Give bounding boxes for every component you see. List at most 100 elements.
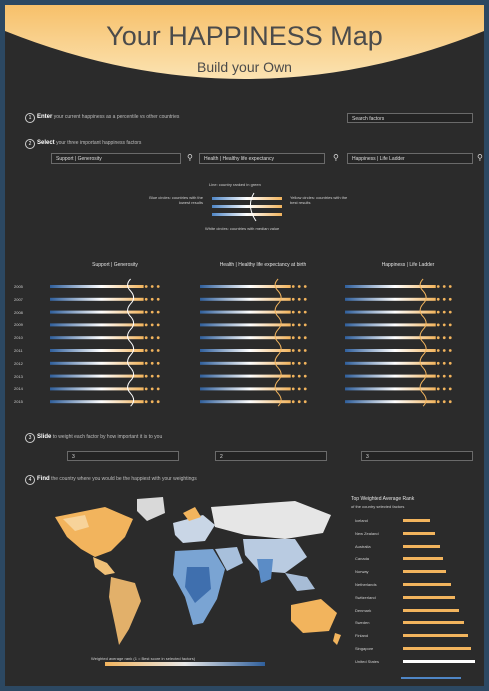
strip-dot[interactable] bbox=[156, 297, 160, 301]
ranking-bar[interactable] bbox=[403, 583, 451, 586]
strip-dot[interactable] bbox=[303, 310, 307, 314]
strip-dot[interactable] bbox=[436, 400, 440, 404]
ranking-bar[interactable] bbox=[403, 659, 475, 663]
strip-dot[interactable] bbox=[150, 374, 154, 378]
strip-dot[interactable] bbox=[144, 400, 148, 404]
strip-dot[interactable] bbox=[150, 323, 154, 327]
strip-dot[interactable] bbox=[436, 285, 440, 288]
strip-dot[interactable] bbox=[303, 387, 307, 391]
strip-dot[interactable] bbox=[436, 323, 440, 327]
strip-dot[interactable] bbox=[291, 336, 295, 340]
strip-dot[interactable] bbox=[291, 310, 295, 314]
strip-dot[interactable] bbox=[442, 374, 446, 378]
weight-input-2[interactable]: 2 bbox=[215, 451, 327, 461]
ranking-bar[interactable] bbox=[403, 531, 436, 535]
factor-select-1[interactable]: Support | Generosity bbox=[51, 153, 181, 164]
strip-dot[interactable] bbox=[297, 310, 301, 314]
ranking-bar[interactable] bbox=[403, 621, 465, 625]
ranking-bar[interactable] bbox=[403, 544, 441, 548]
strip-dot[interactable] bbox=[448, 387, 452, 391]
strip-dot[interactable] bbox=[150, 285, 154, 288]
strip-dot[interactable] bbox=[291, 361, 295, 365]
strip-dot[interactable] bbox=[291, 285, 295, 288]
factor-select-3[interactable]: Happiness | Life Ladder bbox=[347, 153, 473, 164]
strip-dot[interactable] bbox=[156, 310, 160, 314]
strip-dot[interactable] bbox=[144, 374, 148, 378]
strip-dot[interactable] bbox=[156, 349, 160, 352]
strip-dot[interactable] bbox=[156, 387, 160, 391]
strip-dot[interactable] bbox=[156, 285, 160, 288]
strip-dot[interactable] bbox=[442, 323, 446, 327]
strip-dot[interactable] bbox=[156, 374, 160, 378]
strip-dot[interactable] bbox=[156, 361, 160, 365]
strip-dot[interactable] bbox=[442, 297, 446, 301]
strip-dot[interactable] bbox=[297, 374, 301, 378]
strip-dot[interactable] bbox=[448, 400, 452, 404]
strip-dot[interactable] bbox=[144, 297, 148, 301]
strip-dot[interactable] bbox=[156, 336, 160, 340]
factor-select-2[interactable]: Health | Healthy life expectancy bbox=[199, 153, 325, 164]
strip-dot[interactable] bbox=[150, 349, 154, 352]
ranking-bar[interactable] bbox=[403, 519, 431, 522]
search-icon[interactable]: ⚲ bbox=[477, 153, 483, 163]
strip-dot[interactable] bbox=[442, 387, 446, 391]
strip-dot[interactable] bbox=[448, 361, 452, 365]
map-region-india[interactable] bbox=[257, 559, 273, 583]
strip-dot[interactable] bbox=[303, 361, 307, 365]
map-region-greenland[interactable] bbox=[137, 497, 165, 521]
ranking-bar[interactable] bbox=[403, 557, 443, 561]
ranking-bar[interactable] bbox=[403, 647, 472, 650]
strip-dot[interactable] bbox=[297, 285, 301, 288]
strip-dot[interactable] bbox=[150, 361, 154, 365]
ranking-bar[interactable] bbox=[403, 608, 460, 612]
strip-dot[interactable] bbox=[436, 374, 440, 378]
map-region-south-america[interactable] bbox=[109, 577, 141, 645]
strip-dot[interactable] bbox=[303, 374, 307, 378]
weight-input-3[interactable]: 3 bbox=[361, 451, 473, 461]
map-region-central-america[interactable] bbox=[93, 557, 115, 575]
strip-dot[interactable] bbox=[144, 336, 148, 340]
strip-dot[interactable] bbox=[436, 297, 440, 301]
strip-dot[interactable] bbox=[144, 285, 148, 288]
strip-dot[interactable] bbox=[291, 323, 295, 327]
strip-dot[interactable] bbox=[436, 387, 440, 391]
strip-dot[interactable] bbox=[448, 336, 452, 340]
strip-dot[interactable] bbox=[150, 310, 154, 314]
strip-dot[interactable] bbox=[156, 323, 160, 327]
strip-dot[interactable] bbox=[448, 310, 452, 314]
strip-dot[interactable] bbox=[442, 349, 446, 352]
strip-dot[interactable] bbox=[448, 323, 452, 327]
strip-dot[interactable] bbox=[297, 323, 301, 327]
map-region-southeast-asia[interactable] bbox=[285, 573, 315, 591]
map-region-new-zealand[interactable] bbox=[333, 633, 341, 645]
strip-dot[interactable] bbox=[303, 400, 307, 404]
ranking-bar[interactable] bbox=[403, 595, 455, 599]
search-icon[interactable]: ⚲ bbox=[187, 153, 193, 163]
strip-dot[interactable] bbox=[448, 349, 452, 352]
strip-dot[interactable] bbox=[303, 336, 307, 340]
strip-dot[interactable] bbox=[150, 297, 154, 301]
strip-dot[interactable] bbox=[442, 400, 446, 404]
search-icon[interactable]: ⚲ bbox=[333, 153, 339, 163]
strip-dot[interactable] bbox=[442, 310, 446, 314]
strip-dot[interactable] bbox=[291, 400, 295, 404]
strip-dot[interactable] bbox=[448, 285, 452, 288]
strip-dot[interactable] bbox=[291, 297, 295, 301]
strip-dot[interactable] bbox=[303, 349, 307, 352]
strip-dot[interactable] bbox=[291, 349, 295, 352]
strip-dot[interactable] bbox=[303, 297, 307, 301]
strip-dot[interactable] bbox=[448, 374, 452, 378]
map-region-asia[interactable] bbox=[243, 539, 307, 573]
strip-dot[interactable] bbox=[442, 361, 446, 365]
strip-dot[interactable] bbox=[144, 387, 148, 391]
strip-dot[interactable] bbox=[291, 387, 295, 391]
strip-dot[interactable] bbox=[297, 349, 301, 352]
map-region-russia[interactable] bbox=[211, 501, 331, 539]
strip-dot[interactable] bbox=[144, 361, 148, 365]
strip-dot[interactable] bbox=[297, 297, 301, 301]
strip-dot[interactable] bbox=[150, 336, 154, 340]
strip-dot[interactable] bbox=[297, 361, 301, 365]
strip-dot[interactable] bbox=[297, 387, 301, 391]
strip-dot[interactable] bbox=[436, 310, 440, 314]
ranking-bar[interactable] bbox=[403, 570, 447, 574]
